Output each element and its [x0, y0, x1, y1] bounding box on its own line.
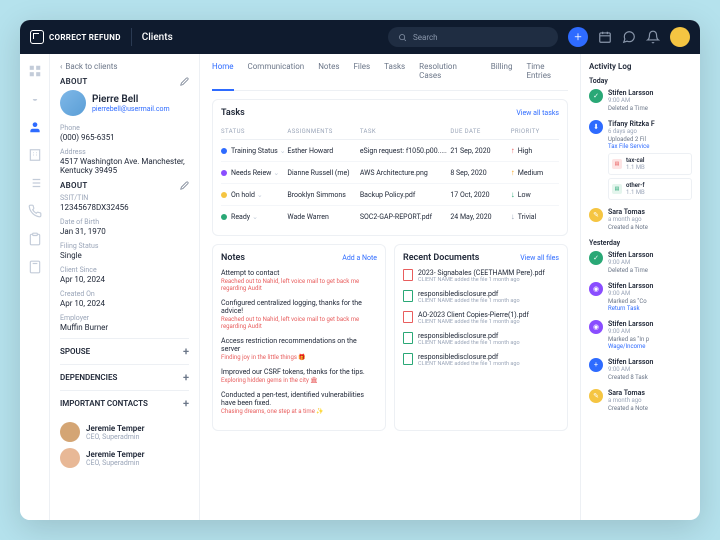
- spouse-section[interactable]: SPOUSE+: [60, 338, 189, 364]
- doc-item[interactable]: 2023- Signabales (CEETHAMM Pere).pdfCLIE…: [403, 269, 559, 283]
- building-icon[interactable]: [28, 148, 42, 162]
- edit-icon[interactable]: [180, 77, 189, 86]
- note-item[interactable]: Configured centralized logging, thanks f…: [221, 299, 377, 330]
- activity-panel: Activity Log Today ✓Stifen Larsson9:00 A…: [580, 54, 700, 520]
- contact-item[interactable]: Jeremie TemperCEO, Superadmin: [60, 448, 189, 468]
- file-icon: [403, 290, 413, 302]
- tab-communication[interactable]: Communication: [248, 62, 305, 84]
- search-input[interactable]: Search: [388, 27, 558, 47]
- activity-icon: ◉: [589, 282, 603, 296]
- view-all-tasks[interactable]: View all tasks: [516, 109, 559, 117]
- chat-icon[interactable]: [622, 30, 636, 44]
- user-icon[interactable]: [28, 120, 42, 134]
- activity-item[interactable]: ✎Sara Tomasa month agoCreated a Note: [589, 389, 692, 412]
- note-item[interactable]: Improved our CSRF tokens, thanks for the…: [221, 368, 377, 384]
- about-header: ABOUT: [60, 77, 88, 86]
- profile: Pierre Bell pierrebell@usermail.com: [60, 90, 189, 116]
- table-row[interactable]: Needs Reiew⌄Dianne Russell (me)AWS Archi…: [221, 162, 559, 184]
- file-icon: [403, 353, 413, 365]
- phone-value: (000) 965-6351: [60, 133, 189, 142]
- contact-avatar: [60, 448, 80, 468]
- tab-files[interactable]: Files: [353, 62, 370, 84]
- deps-section[interactable]: DEPENDENCIES+: [60, 364, 189, 390]
- note-item[interactable]: Attempt to contactReached out to Nahid, …: [221, 269, 377, 292]
- docs-card: Recent DocumentsView all files 2023- Sig…: [394, 244, 568, 431]
- table-row[interactable]: On hold⌄Brooklyn SimmonsBackup Policy.pd…: [221, 184, 559, 206]
- back-link[interactable]: ‹ Back to clients: [60, 62, 189, 71]
- logo[interactable]: CORRECT REFUND: [30, 30, 121, 44]
- add-note[interactable]: Add a Note: [342, 254, 377, 262]
- calc-icon[interactable]: [28, 260, 42, 274]
- contact-avatar: [60, 422, 80, 442]
- phone-icon[interactable]: [28, 204, 42, 218]
- inbox-icon[interactable]: [28, 92, 42, 106]
- activity-item[interactable]: ◉Stifen Larsson9:00 AMMarked as "CoRetur…: [589, 282, 692, 312]
- list-icon[interactable]: [28, 176, 42, 190]
- logo-icon: [30, 30, 44, 44]
- profile-email[interactable]: pierrebell@usermail.com: [92, 105, 170, 113]
- table-row[interactable]: Training Status⌄Esther HowardeSign reque…: [221, 140, 559, 162]
- tabs: Home Communication Notes Files Tasks Res…: [212, 62, 568, 91]
- notes-card: NotesAdd a Note Attempt to contactReache…: [212, 244, 386, 431]
- file-chip[interactable]: ▤other-f1.1 MB: [608, 178, 692, 200]
- left-sidebar: ‹ Back to clients ABOUT Pierre Bell pier…: [50, 54, 200, 520]
- note-item[interactable]: Conducted a pen-test, identified vulnera…: [221, 391, 377, 415]
- doc-item[interactable]: AO-2023 Client Copies-Pierre(1).pdfCLIEN…: [403, 311, 559, 325]
- divider: [131, 28, 132, 46]
- activity-item[interactable]: ✎Sara Tomasa month agoCreated a Note: [589, 208, 692, 231]
- main-content: Home Communication Notes Files Tasks Res…: [200, 54, 580, 520]
- clipboard-icon[interactable]: [28, 232, 42, 246]
- tasks-card: TasksView all tasks STATUSASSIGNMENTSTAS…: [212, 99, 568, 236]
- file-icon: [403, 311, 413, 323]
- file-icon: [403, 332, 413, 344]
- tab-home[interactable]: Home: [212, 62, 234, 91]
- activity-icon: ✓: [589, 89, 603, 103]
- table-row[interactable]: Ready⌄Wade WarrenSOC2-GAP-REPORT.pdf24 M…: [221, 206, 559, 227]
- plus-icon: +: [183, 345, 189, 358]
- plus-icon: +: [183, 371, 189, 384]
- tab-time[interactable]: Time Entries: [526, 62, 568, 84]
- nav-rail: [20, 54, 50, 520]
- activity-icon: ✓: [589, 251, 603, 265]
- edit-icon[interactable]: [180, 181, 189, 190]
- add-button[interactable]: +: [568, 27, 588, 47]
- search-placeholder: Search: [413, 33, 438, 42]
- tab-notes[interactable]: Notes: [318, 62, 339, 84]
- view-all-files[interactable]: View all files: [520, 254, 559, 262]
- activity-item[interactable]: +Stifen Larsson9:00 AMCreated 8 Task: [589, 358, 692, 381]
- section-title: Clients: [142, 32, 173, 43]
- user-avatar[interactable]: [670, 27, 690, 47]
- doc-item[interactable]: responsibledisclosure.pdfCLIENT NAME add…: [403, 290, 559, 304]
- doc-item[interactable]: responsibledisclosure.pdfCLIENT NAME add…: [403, 332, 559, 346]
- profile-name: Pierre Bell: [92, 94, 170, 105]
- calendar-icon[interactable]: [598, 30, 612, 44]
- bell-icon[interactable]: [646, 30, 660, 44]
- activity-icon: ⬇: [589, 120, 603, 134]
- activity-item[interactable]: ✓Stifen Larsson9:00 AMDeleted a Time: [589, 251, 692, 274]
- profile-avatar: [60, 90, 86, 116]
- activity-icon: +: [589, 358, 603, 372]
- file-chip[interactable]: ▤tax-cal1.1 MB: [608, 153, 692, 175]
- activity-item[interactable]: ◉Stifen Larsson9:00 AMMarked as "In pWag…: [589, 320, 692, 350]
- activity-icon: ✎: [589, 389, 603, 403]
- tab-billing[interactable]: Billing: [491, 62, 513, 84]
- doc-item[interactable]: responsibledisclosure.pdfCLIENT NAME add…: [403, 353, 559, 367]
- table-header: STATUSASSIGNMENTSTASKDUE DATEPRIORITY: [221, 124, 559, 140]
- activity-icon: ✎: [589, 208, 603, 222]
- brand-name: CORRECT REFUND: [49, 33, 121, 42]
- activity-item[interactable]: ⬇Tifany Ritzka F6 days agoUploaded 2 Fil…: [589, 120, 692, 200]
- activity-icon: ◉: [589, 320, 603, 334]
- contacts-section[interactable]: IMPORTANT CONTACTS+: [60, 390, 189, 416]
- note-item[interactable]: Access restriction recommendations on th…: [221, 337, 377, 361]
- grid-icon[interactable]: [28, 64, 42, 78]
- plus-icon: +: [183, 397, 189, 410]
- contact-item[interactable]: Jeremie TemperCEO, Superadmin: [60, 422, 189, 442]
- address-value: 4517 Washington Ave. Manchester, Kentuck…: [60, 157, 189, 175]
- file-icon: [403, 269, 413, 281]
- tab-tasks[interactable]: Tasks: [384, 62, 405, 84]
- search-icon: [398, 33, 407, 42]
- tab-resolution[interactable]: Resolution Cases: [419, 62, 477, 84]
- topbar: CORRECT REFUND Clients Search +: [20, 20, 700, 54]
- activity-item[interactable]: ✓Stifen Larsson9:00 AMDeleted a Time: [589, 89, 692, 112]
